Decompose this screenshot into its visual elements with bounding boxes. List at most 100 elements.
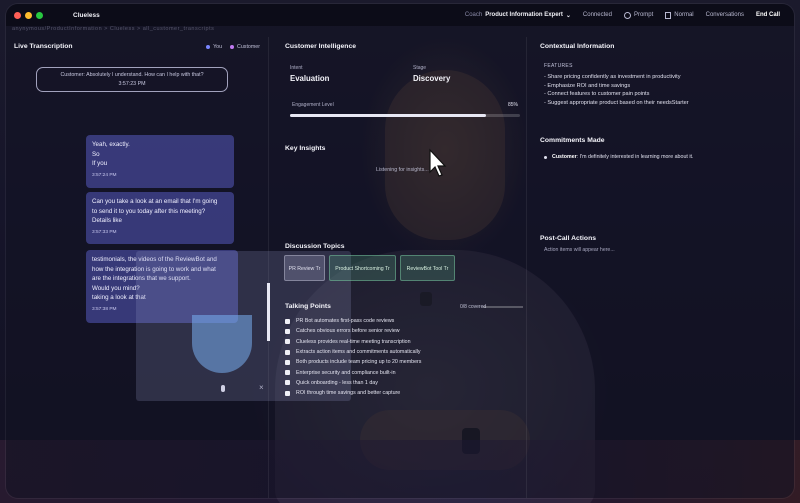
- checkbox[interactable]: [285, 328, 290, 334]
- talking-points-progress-bar: [483, 306, 523, 308]
- prompt-button[interactable]: Prompt: [623, 11, 654, 19]
- conversations-button[interactable]: Conversations: [706, 12, 744, 18]
- talking-point-label: Clueless provides real-time meeting tran…: [296, 338, 411, 345]
- checkbox[interactable]: [285, 318, 290, 324]
- commitment-speaker: Customer: [552, 154, 577, 160]
- talking-point[interactable]: Quick onboarding - less than 1 day: [285, 378, 523, 388]
- title-bar: Clueless Coach Product Information Exper…: [6, 4, 794, 26]
- message-time: 3:57:33 PM: [92, 229, 117, 235]
- talking-point-label: Extracts action items and commitments au…: [296, 349, 421, 356]
- message-time: 3:57:24 PM: [92, 172, 117, 178]
- voice-visualizer: [192, 315, 252, 373]
- talking-point-label: Both products include team pricing up to…: [296, 359, 422, 366]
- topic-chips: PR Review Tr Product Shortcoming Tr Revi…: [284, 255, 455, 281]
- prompt-icon: [623, 11, 631, 19]
- legend-you-label: You: [213, 43, 223, 50]
- legend-customer-label: Customer: [237, 43, 260, 50]
- discussion-topics-title: Discussion Topics: [285, 243, 345, 250]
- system-message-time: 3:57:23 PM: [118, 81, 146, 87]
- customer-dot-icon: [230, 44, 235, 49]
- key-insights-title: Key Insights: [285, 145, 326, 152]
- talking-point[interactable]: PR Bot automates first-pass code reviews: [285, 316, 523, 326]
- engagement-value: 85%: [507, 102, 518, 108]
- topic-chip[interactable]: PR Review Tr: [284, 255, 325, 281]
- microphone-icon[interactable]: [221, 385, 225, 392]
- contextual-title: Contextual Information: [540, 43, 615, 50]
- feature-item: - Share pricing confidently as investmen…: [544, 74, 681, 80]
- message-line: Can you take a look at an email that I'm…: [92, 198, 218, 205]
- intent-label: Intent: [290, 65, 303, 71]
- transcription-header: Live Transcription You Customer: [14, 43, 260, 50]
- document-icon: [665, 11, 672, 19]
- end-call-button[interactable]: End Call: [756, 12, 780, 18]
- features-list: - Share pricing confidently as investmen…: [544, 73, 689, 107]
- app-name: Clueless: [73, 11, 100, 19]
- talking-point-label: Enterprise security and compliance built…: [296, 369, 396, 376]
- intelligence-title: Customer Intelligence: [285, 43, 357, 50]
- voice-level-bar: [267, 283, 270, 341]
- minimize-window-button[interactable]: [25, 11, 32, 19]
- stage-label: Stage: [413, 65, 427, 71]
- commitment-item: Customer: I'm definitely interested in l…: [544, 154, 693, 160]
- talking-point[interactable]: Extracts action items and commitments au…: [285, 347, 523, 357]
- talking-points-title: Talking Points: [285, 303, 331, 310]
- legend-customer: Customer: [230, 44, 260, 50]
- prompt-label: Prompt: [633, 12, 654, 18]
- talking-point-label: Quick onboarding - less than 1 day: [296, 379, 378, 386]
- window-controls: [14, 11, 43, 19]
- message-line: If you: [92, 160, 108, 167]
- connection-status: Connected: [582, 12, 612, 18]
- stage-value: Discovery: [413, 74, 451, 83]
- commitments-title: Commitments Made: [540, 137, 605, 144]
- post-call-title: Post-Call Actions: [540, 235, 597, 242]
- zoom-window-button[interactable]: [36, 11, 43, 19]
- topic-chip[interactable]: Product Shortcoming Tr: [329, 255, 396, 281]
- mouse-pointer-icon: [429, 148, 447, 177]
- transcription-panel: Live Transcription You Customer Customer…: [6, 37, 351, 498]
- transcript-message: Can you take a look at an email that I'm…: [86, 192, 234, 244]
- talking-point[interactable]: Enterprise security and compliance built…: [285, 367, 523, 377]
- commitment-body: : I'm definitely interested in learning …: [576, 154, 694, 160]
- talking-point[interactable]: Catches obvious errors before senior rev…: [285, 326, 523, 336]
- checkbox[interactable]: [285, 380, 290, 386]
- checkbox[interactable]: [285, 349, 290, 355]
- speaker-legend: You Customer: [206, 44, 260, 50]
- checkbox[interactable]: [285, 359, 290, 365]
- app-window: Clueless Coach Product Information Exper…: [6, 4, 794, 498]
- close-icon[interactable]: ×: [259, 384, 264, 392]
- checkbox[interactable]: [285, 390, 290, 396]
- normal-button[interactable]: Normal: [665, 11, 694, 19]
- coach-selector[interactable]: Coach Product Information Expert ⌄: [465, 12, 571, 19]
- talking-point-label: PR Bot automates first-pass code reviews: [296, 318, 395, 325]
- contextual-panel: Contextual Information FEATURES - Share …: [530, 37, 794, 498]
- checkbox[interactable]: [285, 339, 290, 345]
- coach-selected: Product Information Expert: [485, 12, 563, 18]
- feature-item: - Suggest appropriate product based on t…: [544, 99, 689, 106]
- transcription-title: Live Transcription: [14, 43, 73, 50]
- talking-point-label: ROI through time savings and better capt…: [296, 390, 401, 397]
- coach-label: Coach: [464, 12, 483, 18]
- normal-label: Normal: [674, 12, 694, 18]
- system-message-text: Customer: Absolutely I understand. How c…: [60, 72, 204, 78]
- commitment-text: Customer: I'm definitely interested in l…: [552, 154, 693, 160]
- feature-item: - Emphasize ROI and time savings: [544, 82, 631, 89]
- talking-point[interactable]: Both products include team pricing up to…: [285, 357, 523, 367]
- intelligence-panel: Customer Intelligence Intent Evaluation …: [272, 37, 527, 498]
- message-line: to send it to you today after this meeti…: [92, 207, 206, 215]
- close-window-button[interactable]: [14, 11, 21, 19]
- you-dot-icon: [206, 44, 211, 49]
- topic-chip[interactable]: ReviewBot Tool Tr: [400, 255, 455, 281]
- message-line: Yeah, exactly.: [92, 141, 130, 148]
- engagement-bar-fill: [290, 114, 486, 117]
- legend-you: You: [206, 44, 222, 50]
- path-bar: anynymous/ProductInformation > Clueless …: [12, 26, 215, 32]
- chevron-down-icon: ⌄: [565, 12, 571, 19]
- message-line: So: [92, 150, 100, 158]
- checkbox[interactable]: [285, 370, 290, 376]
- talking-point[interactable]: Clueless provides real-time meeting tran…: [285, 337, 523, 347]
- message-line: Details like: [92, 217, 122, 224]
- engagement-label: Engagement Level: [292, 102, 334, 108]
- talking-points-list: PR Bot automates first-pass code reviews…: [285, 316, 523, 398]
- talking-point[interactable]: ROI through time savings and better capt…: [285, 388, 523, 398]
- features-label: FEATURES: [544, 63, 573, 69]
